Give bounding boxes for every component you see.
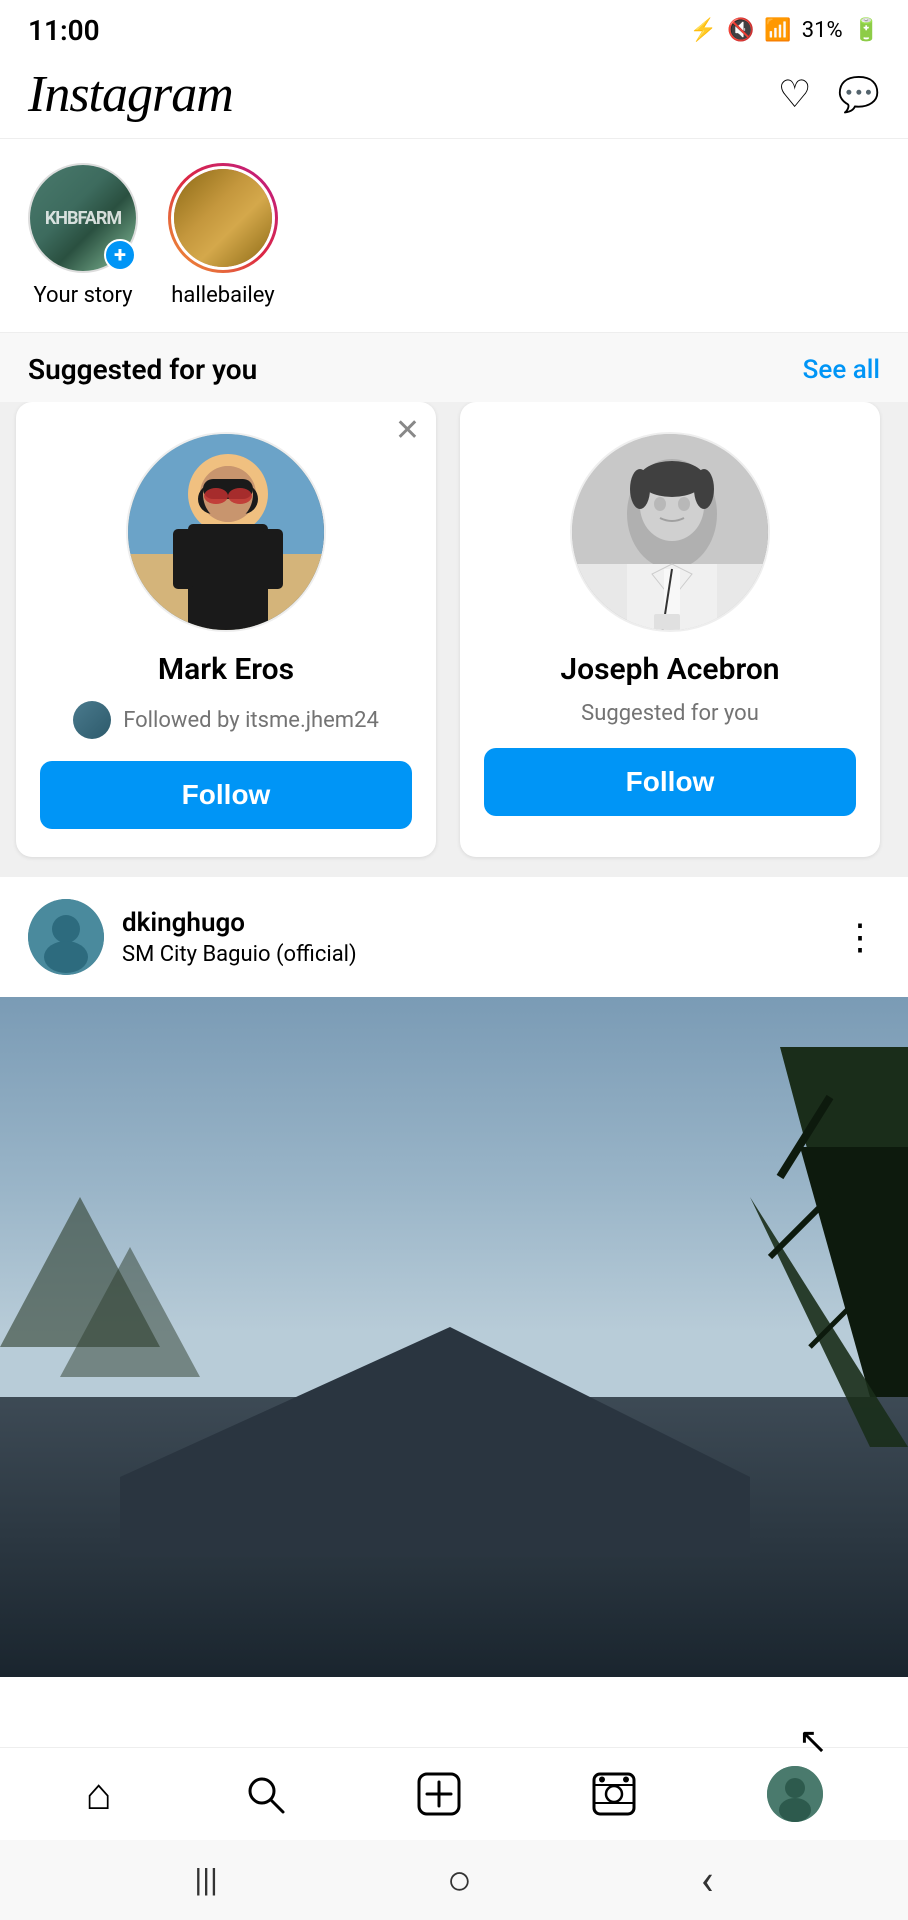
post-location: SM City Baguio (official) [122, 942, 357, 967]
joseph-acebron-suggested-text: Suggested for you [581, 701, 759, 726]
suggested-cards: ✕ [0, 402, 908, 877]
followed-by-avatar [73, 701, 111, 739]
nav-add-icon[interactable] [417, 1772, 461, 1816]
status-icons: ⚡ 🔇 📶 31% 🔋 [690, 18, 880, 43]
mark-eros-avatar [126, 432, 326, 632]
status-time: 11:00 [28, 14, 100, 47]
post-more-button[interactable]: ⋮ [842, 916, 880, 958]
post-header: dkinghugo SM City Baguio (official) ⋮ [0, 877, 908, 997]
hallebailey-avatar-wrapper [168, 163, 278, 273]
your-story-label: Your story [33, 283, 132, 308]
close-card-mark-eros[interactable]: ✕ [395, 416, 420, 446]
mute-icon: 🔇 [727, 18, 754, 43]
reels-svg [592, 1772, 636, 1816]
nav-search-icon[interactable] [243, 1772, 287, 1816]
joseph-acebron-avatar-image [572, 434, 768, 630]
status-bar: 11:00 ⚡ 🔇 📶 31% 🔋 [0, 0, 908, 55]
android-home-btn[interactable]: ○ [447, 1856, 472, 1905]
post-avatar-image [28, 899, 104, 975]
joseph-acebron-avatar [570, 432, 770, 632]
bluetooth-icon: ⚡ [690, 18, 717, 43]
messenger-icon[interactable]: 💬 [838, 75, 880, 115]
hallebailey-avatar-image [174, 169, 272, 267]
suggested-header: Suggested for you See all [0, 333, 908, 402]
mark-eros-avatar-image [128, 434, 324, 630]
bottom-nav: ⌂ [0, 1747, 908, 1840]
hallebailey-label: hallebailey [171, 283, 274, 308]
nav-home-icon[interactable]: ⌂ [85, 1768, 112, 1820]
nav-reels-icon[interactable] [592, 1772, 636, 1816]
wifi-icon: 📶 [764, 18, 791, 43]
battery-icon: 🔋 [853, 18, 880, 43]
mark-eros-followed-by-row: Followed by itsme.jhem24 [73, 701, 379, 739]
joseph-acebron-svg [572, 434, 770, 632]
post-username: dkinghugo [122, 908, 357, 938]
post-image [0, 997, 908, 1677]
suggestion-card-joseph-acebron: Joseph Acebron Suggested for you Follow [460, 402, 880, 857]
app-logo: Instagram [28, 65, 233, 124]
stories-section: KHBFARM + Your story hallebailey [0, 139, 908, 333]
android-back-btn[interactable]: ‹ [701, 1856, 714, 1905]
battery-text: 31% [802, 18, 843, 43]
joseph-acebron-name: Joseph Acebron [560, 652, 779, 687]
header-actions: ♡ 💬 [778, 72, 880, 117]
add-story-button[interactable]: + [104, 239, 136, 271]
follow-joseph-acebron-button[interactable]: Follow [484, 748, 856, 816]
android-nav-bar: ||| ○ ‹ [0, 1840, 908, 1920]
app-header: Instagram ♡ 💬 [0, 55, 908, 139]
mark-eros-svg [128, 434, 326, 632]
follow-mark-eros-button[interactable]: Follow [40, 761, 412, 829]
android-recents-btn[interactable]: ||| [194, 1861, 217, 1899]
post-image-svg [0, 997, 908, 1677]
your-story-avatar-wrapper: KHBFARM + [28, 163, 138, 273]
post-user: dkinghugo SM City Baguio (official) [28, 899, 357, 975]
story-item-your-story[interactable]: KHBFARM + Your story [28, 163, 138, 308]
post-avatar [28, 899, 104, 975]
mark-eros-followed-text: Followed by itsme.jhem24 [123, 708, 379, 733]
see-all-link[interactable]: See all [803, 355, 880, 385]
story-ring [168, 163, 278, 273]
search-svg [243, 1772, 287, 1816]
post-user-info: dkinghugo SM City Baguio (official) [122, 908, 357, 967]
nav-profile-icon[interactable] [767, 1766, 823, 1822]
profile-avatar-svg [767, 1766, 823, 1822]
suggested-title: Suggested for you [28, 353, 257, 386]
add-svg [417, 1772, 461, 1816]
story-item-hallebailey[interactable]: hallebailey [168, 163, 278, 308]
heart-icon[interactable]: ♡ [778, 72, 812, 117]
suggestion-card-mark-eros: ✕ [16, 402, 436, 857]
hallebailey-avatar-inner [171, 166, 275, 270]
mark-eros-name: Mark Eros [158, 652, 294, 687]
